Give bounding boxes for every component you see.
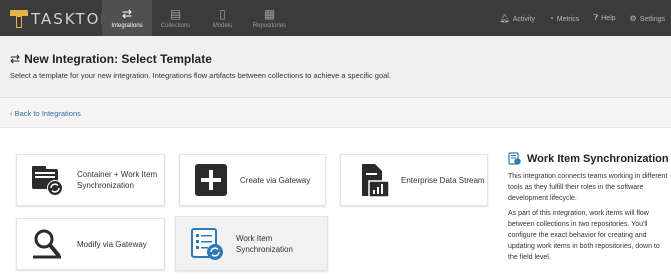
template-card-modify-via-gateway[interactable]: Modify via Gateway <box>16 218 165 270</box>
page-title-text: New Integration: Select Template <box>24 52 212 66</box>
tasktop-logo[interactable]: TASKTOP <box>10 9 111 29</box>
nav-item-collections[interactable]: ▤ Collections <box>152 0 199 36</box>
nav-item-label: Repositories <box>252 22 287 29</box>
settings-link[interactable]: ⚙ Settings <box>630 14 665 23</box>
data-stream-icon <box>355 163 390 198</box>
work-item-sync-icon <box>508 152 521 165</box>
help-link[interactable]: ❓︎ Help <box>593 13 615 23</box>
template-card-label: Enterprise Data Stream <box>401 175 485 185</box>
back-to-integrations-link[interactable]: ‹ Back to Integrations <box>10 109 81 118</box>
logo-text: TASKTOP <box>31 10 112 28</box>
metrics-link[interactable]: ◔ Metrics <box>549 14 579 23</box>
chevron-left-icon: ‹ <box>10 109 13 118</box>
work-item-sync-icon <box>190 227 224 261</box>
gauge-icon: ◔ <box>548 13 554 23</box>
nav-item-models[interactable]: ▯ Models <box>199 0 246 36</box>
logo-mark-icon <box>10 10 28 28</box>
page-header <box>0 36 671 98</box>
arrows-exchange-icon: ⇄ <box>10 52 21 66</box>
template-card-create-via-gateway[interactable]: Create via Gateway <box>179 154 326 206</box>
bell-icon: 🔔︎ <box>499 13 510 23</box>
details-panel-title-text: Work Item Synchronization <box>527 152 669 165</box>
collection-icon: ▤ <box>169 6 182 21</box>
page-title: ⇄ New Integration: Select Template <box>10 52 212 66</box>
activity-link[interactable]: 🔔︎ Activity <box>500 14 535 23</box>
template-card-label: Work Item Synchronization <box>236 233 293 254</box>
details-description-detail: As part of this integration, work items … <box>508 210 660 261</box>
top-navigation-bar: TASKTOP ⇄ Integrations ▤ Collections ▯ M… <box>0 0 671 36</box>
activity-label: Activity <box>512 15 535 23</box>
template-card-enterprise-data-stream[interactable]: Enterprise Data Stream <box>340 154 488 206</box>
nav-item-integrations[interactable]: ⇄ Integrations <box>102 0 152 36</box>
page-subtitle: Select a template for your new integrati… <box>10 71 392 80</box>
database-icon: ▦ <box>263 6 276 21</box>
template-card-work-item-sync[interactable]: Work Item Synchronization <box>175 216 328 271</box>
details-panel-title: Work Item Synchronization <box>508 152 669 165</box>
gear-icon: ⚙ <box>629 13 637 23</box>
nav-item-label: Models <box>212 22 233 29</box>
template-card-label: Container + Work Item Synchronization <box>77 170 158 190</box>
arrows-exchange-icon: ⇄ <box>121 6 133 21</box>
template-card-container-work-item-sync[interactable]: Container + Work Item Synchronization <box>16 154 165 206</box>
question-icon: ❓︎ <box>593 13 599 22</box>
template-card-label: Create via Gateway <box>240 175 311 185</box>
container-sync-icon <box>31 163 65 197</box>
nav-item-label: Integrations <box>111 22 143 29</box>
help-label: Help <box>601 15 616 22</box>
plus-icon <box>194 163 228 197</box>
template-card-label: Modify via Gateway <box>77 239 147 249</box>
modify-gateway-icon <box>31 227 65 261</box>
nav-item-label: Collections <box>160 22 191 29</box>
back-bar <box>0 98 671 128</box>
metrics-label: Metrics <box>556 15 580 23</box>
settings-label: Settings <box>639 15 665 23</box>
nav-item-repositories[interactable]: ▦ Repositories <box>246 0 293 36</box>
document-icon: ▯ <box>219 6 226 21</box>
main-nav: ⇄ Integrations ▤ Collections ▯ Models ▦ … <box>102 0 293 36</box>
details-description: This integration connects teams working … <box>508 173 668 202</box>
back-link-label: Back to Integrations <box>14 109 81 118</box>
utility-nav: 🔔︎ Activity ◔ Metrics ❓︎ Help ⚙ Settings <box>500 0 665 36</box>
